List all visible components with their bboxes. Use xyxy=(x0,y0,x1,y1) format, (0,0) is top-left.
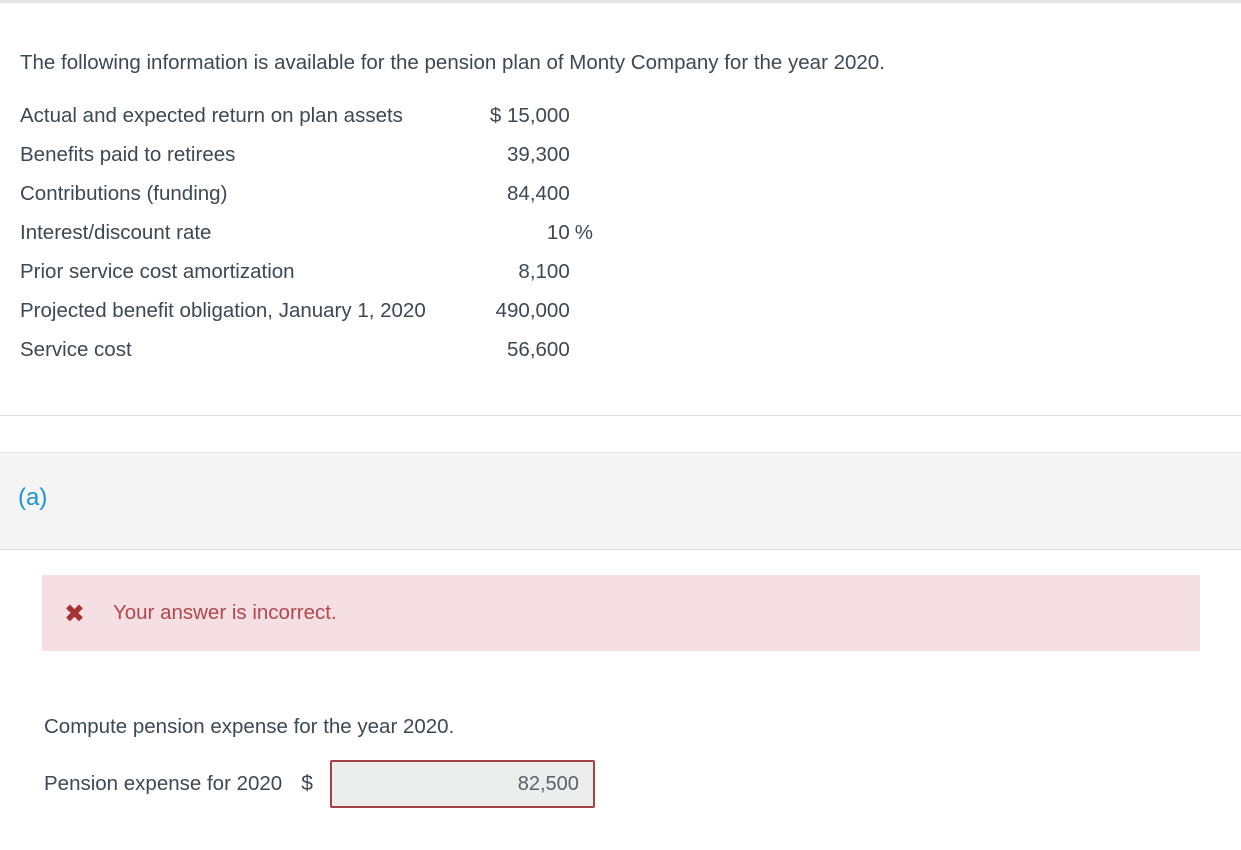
currency-symbol: $ xyxy=(301,772,313,795)
incorrect-answer-banner: ✖ Your answer is incorrect. xyxy=(42,575,1200,651)
fact-label: Actual and expected return on plan asset… xyxy=(20,104,403,127)
table-row: Service cost 56,600 xyxy=(20,330,605,369)
fact-unit xyxy=(570,96,605,135)
fact-value: 39,300 xyxy=(507,143,570,166)
answer-label: Pension expense for 2020 xyxy=(44,772,283,795)
fact-unit xyxy=(570,174,605,213)
table-row: Projected benefit obligation, January 1,… xyxy=(20,291,605,330)
intro-paragraph: The following information is available f… xyxy=(20,50,885,74)
table-row: Interest/discount rate 10 % xyxy=(20,213,605,252)
fact-value: 10 xyxy=(546,221,570,244)
pension-expense-input[interactable] xyxy=(329,760,595,808)
fact-label: Prior service cost amortization xyxy=(20,260,295,283)
fact-label: Projected benefit obligation, January 1,… xyxy=(20,299,426,322)
top-rule xyxy=(0,0,1241,3)
fact-label: Benefits paid to retirees xyxy=(20,143,236,166)
section-divider xyxy=(0,415,1241,416)
table-row: Benefits paid to retirees 39,300 xyxy=(20,135,605,174)
fact-label: Service cost xyxy=(20,338,132,361)
table-row: Contributions (funding) 84,400 xyxy=(20,174,605,213)
fact-label: Contributions (funding) xyxy=(20,182,228,205)
fact-value: $ 15,000 xyxy=(489,104,570,127)
question-prompt: Compute pension expense for the year 202… xyxy=(44,714,455,738)
fact-value: 8,100 xyxy=(518,260,570,283)
part-label: (a) xyxy=(18,484,48,511)
facts-table-body: Actual and expected return on plan asset… xyxy=(20,96,605,369)
answer-row: Pension expense for 2020 $ xyxy=(44,760,595,808)
fact-unit: % xyxy=(574,221,593,244)
table-row: Actual and expected return on plan asset… xyxy=(20,96,605,135)
pension-facts-table: Actual and expected return on plan asset… xyxy=(20,96,605,369)
fact-unit xyxy=(570,135,605,174)
fact-value: 490,000 xyxy=(495,299,570,322)
fact-value: 56,600 xyxy=(507,338,570,361)
part-header-band: (a) xyxy=(0,452,1241,550)
fact-unit xyxy=(570,252,605,291)
fact-unit xyxy=(570,330,605,369)
fact-label: Interest/discount rate xyxy=(20,221,212,244)
fact-unit xyxy=(570,291,605,330)
table-row: Prior service cost amortization 8,100 xyxy=(20,252,605,291)
cross-mark-icon: ✖ xyxy=(64,598,85,628)
fact-value: 84,400 xyxy=(507,182,570,205)
alert-message: Your answer is incorrect. xyxy=(112,601,337,624)
